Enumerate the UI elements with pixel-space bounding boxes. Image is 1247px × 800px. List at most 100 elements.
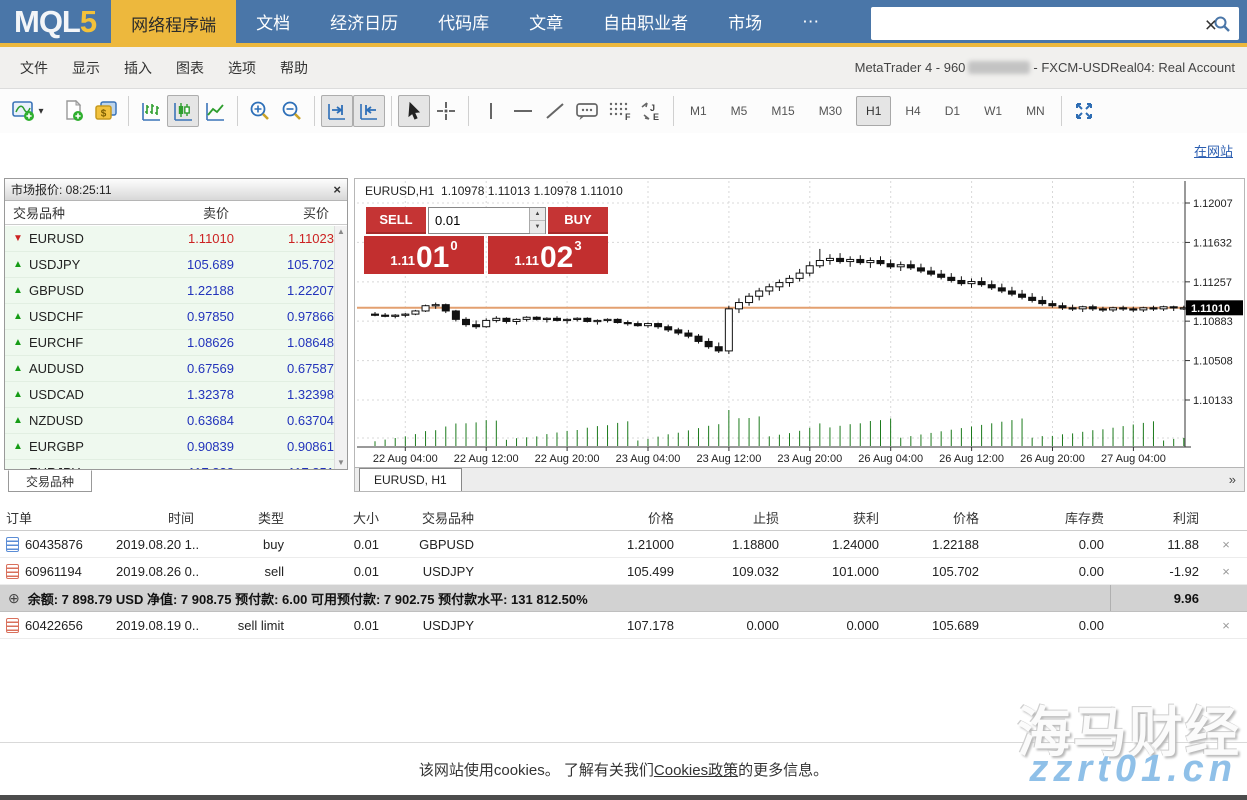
col-buy[interactable]: 买价 (229, 203, 329, 222)
nav-tab[interactable]: 网络程序端 (111, 0, 236, 47)
market-watch-row[interactable]: ▲USDJPY105.689105.702 (5, 252, 334, 278)
col-symbol[interactable]: 交易品种 (13, 203, 129, 222)
nav-tab[interactable]: 市场 (708, 0, 782, 47)
timeframe-button-h4[interactable]: H4 (895, 96, 930, 126)
market-watch-tab[interactable]: 交易品种 (8, 470, 92, 492)
symbols-button[interactable]: $ (90, 95, 122, 127)
svg-text:1.10883: 1.10883 (1193, 316, 1233, 328)
market-watch-header[interactable]: 市场报价: 08:25:11 × (5, 179, 347, 201)
search-box[interactable] (871, 7, 1239, 40)
menu-item[interactable]: 帮助 (268, 52, 320, 84)
nav-tab[interactable]: 代码库 (418, 0, 509, 47)
sell-button[interactable]: SELL (366, 207, 426, 234)
timeframe-button-m5[interactable]: M5 (721, 96, 758, 126)
market-watch-row[interactable]: ▲USDCHF0.978500.97866 (5, 304, 334, 330)
chevrons-right-icon[interactable]: » (1229, 472, 1236, 487)
terminal-col-header[interactable]: 利润 (1110, 508, 1205, 527)
market-watch-row[interactable]: ▲AUDUSD0.675690.67587 (5, 356, 334, 382)
stepper-up-icon[interactable]: ▲ (530, 208, 545, 221)
up-arrow-icon: ▲ (13, 389, 29, 400)
market-watch-row[interactable]: ▲EURCHF1.086261.08648 (5, 330, 334, 356)
crosshair-button[interactable] (430, 95, 462, 127)
nav-tab[interactable]: 自由职业者 (583, 0, 708, 47)
timeframe-button-mn[interactable]: MN (1016, 96, 1055, 126)
market-watch-row[interactable]: ▲GBPUSD1.221881.22207 (5, 278, 334, 304)
search-input[interactable] (871, 7, 1213, 40)
market-watch-scrollbar[interactable]: ▲ ▼ (334, 226, 347, 469)
timeframe-button-h1[interactable]: H1 (856, 96, 891, 126)
timeframe-button-d1[interactable]: D1 (935, 96, 970, 126)
market-watch-row[interactable]: ▲EURGBP0.908390.90861 (5, 434, 334, 460)
on-website-link[interactable]: 在网站 (1194, 141, 1233, 160)
menu-item[interactable]: 插入 (112, 52, 164, 84)
market-watch-row[interactable]: ▲NZDUSD0.636840.63704 (5, 408, 334, 434)
terminal-order-row[interactable]: 604358762019.08.20 1...buy0.01GBPUSD1.21… (0, 531, 1247, 558)
market-watch-row[interactable]: ▼EURUSD1.110101.11023 (5, 226, 334, 252)
text-label-button[interactable] (571, 95, 603, 127)
terminal-col-header[interactable]: 类型 (200, 508, 290, 527)
terminal-order-row[interactable]: 609611942019.08.26 0...sell0.01USDJPY105… (0, 558, 1247, 585)
chart-shift-button[interactable] (353, 95, 385, 127)
volume-input[interactable] (429, 208, 529, 233)
buy-price-box[interactable]: 1.11 02 3 (488, 236, 608, 274)
terminal-col-header[interactable]: 止损 (680, 508, 785, 527)
candle-chart-button[interactable] (167, 95, 199, 127)
auto-scroll-button[interactable] (321, 95, 353, 127)
close-icon[interactable]: × (333, 183, 341, 196)
trendline-button[interactable] (539, 95, 571, 127)
terminal-col-header[interactable]: 大小 (290, 508, 385, 527)
terminal-col-header[interactable]: 时间 (110, 508, 200, 527)
chart-tab-eurusd-h1[interactable]: EURUSD, H1 (359, 468, 462, 491)
timeframe-button-m30[interactable]: M30 (809, 96, 852, 126)
terminal-col-header[interactable]: 库存费 (985, 508, 1110, 527)
nav-tab[interactable]: 文章 (509, 0, 583, 47)
timeframe-button-m1[interactable]: M1 (680, 96, 717, 126)
timeframe-button-m15[interactable]: M15 (761, 96, 804, 126)
menu-item[interactable]: 文件 (8, 52, 60, 84)
menu-item[interactable]: 图表 (164, 52, 216, 84)
terminal-col-header[interactable]: 交易品种 (385, 508, 480, 527)
zoom-out-button[interactable] (276, 95, 308, 127)
fullscreen-button[interactable] (1068, 95, 1100, 127)
terminal-col-header[interactable]: 订单 (0, 508, 110, 527)
menu-item[interactable]: 选项 (216, 52, 268, 84)
fibonacci-button[interactable]: F (603, 95, 635, 127)
cookie-policy-link[interactable]: Cookies政策 (654, 762, 738, 779)
stepper-down-icon[interactable]: ▼ (530, 221, 545, 234)
nav-tab[interactable]: ⋯ (782, 0, 839, 47)
close-order-icon[interactable]: × (1205, 564, 1247, 579)
cookie-close-icon[interactable]: × (1205, 15, 1217, 36)
vertical-line-button[interactable] (475, 95, 507, 127)
buy-button[interactable]: BUY (548, 207, 608, 234)
horizontal-line-button[interactable] (507, 95, 539, 127)
plus-circled-icon[interactable]: ⊕ (8, 590, 20, 607)
terminal-col-header[interactable]: 价格 (480, 508, 680, 527)
terminal-col-header[interactable]: 获利 (785, 508, 885, 527)
new-order-button[interactable] (58, 95, 90, 127)
menu-item[interactable]: 显示 (60, 52, 112, 84)
new-chart-button[interactable]: ▾ (6, 95, 50, 127)
scroll-down-icon[interactable]: ▼ (335, 457, 347, 469)
terminal-col-header[interactable]: 价格 (885, 508, 985, 527)
nav-tab[interactable]: 经济日历 (310, 0, 418, 47)
volume-field: ▲ ▼ (428, 207, 546, 234)
indicators-button[interactable]: JE (635, 95, 667, 127)
timeframe-button-w1[interactable]: W1 (974, 96, 1012, 126)
chart-ohlc-values: 1.10978 1.11013 1.10978 1.11010 (441, 184, 623, 198)
bar-chart-button[interactable] (135, 95, 167, 127)
mql5-logo[interactable]: MQL5 (0, 0, 111, 47)
scroll-up-icon[interactable]: ▲ (335, 226, 347, 238)
market-watch-row[interactable]: ▲USDCAD1.323781.32398 (5, 382, 334, 408)
line-chart-button[interactable] (199, 95, 231, 127)
col-sell[interactable]: 卖价 (129, 203, 229, 222)
sell-price-box[interactable]: 1.11 01 0 (364, 236, 484, 274)
cursor-button[interactable] (398, 95, 430, 127)
order-doc-icon (6, 564, 19, 579)
symbol-label: NZDUSD (29, 413, 134, 428)
close-order-icon[interactable]: × (1205, 618, 1247, 633)
market-watch-row[interactable]: ▲EURJPY117.838117.851 (5, 460, 334, 469)
terminal-order-row[interactable]: 604226562019.08.19 0...sell limit0.01USD… (0, 612, 1247, 639)
close-order-icon[interactable]: × (1205, 537, 1247, 552)
nav-tab[interactable]: 文档 (236, 0, 310, 47)
zoom-in-button[interactable] (244, 95, 276, 127)
